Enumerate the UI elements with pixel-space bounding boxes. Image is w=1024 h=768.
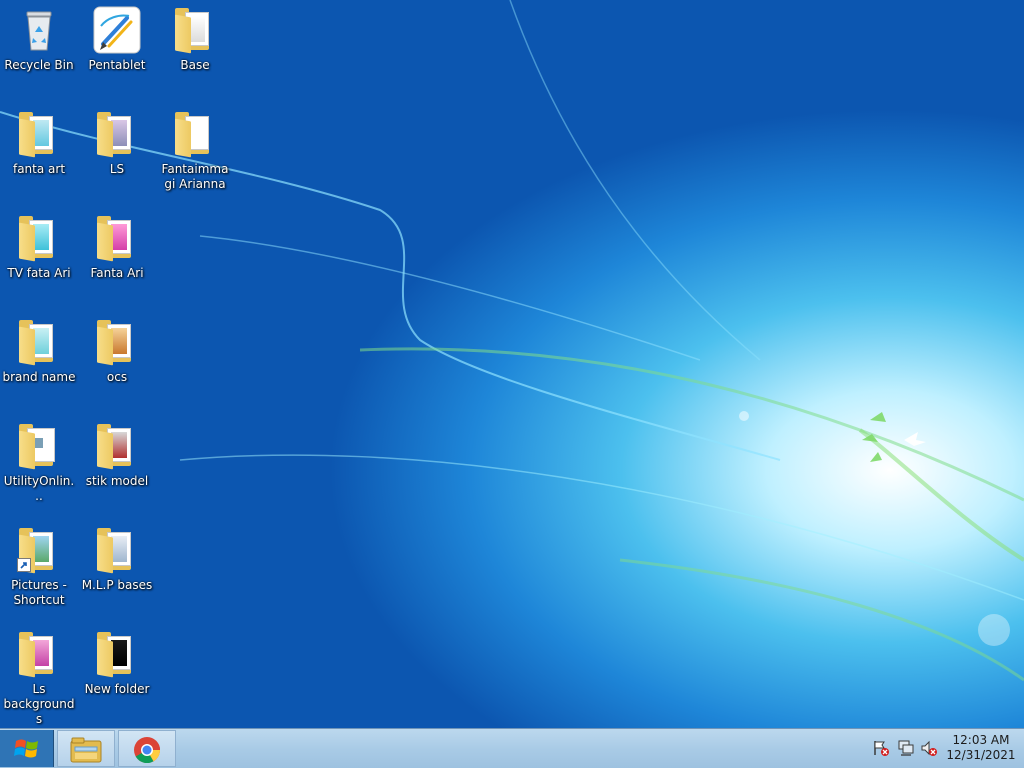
desktop-icon-label: UtilityOnlin...: [3, 474, 75, 503]
desktop-icon-label: TV fata Ari: [7, 266, 71, 280]
desktop-icon-pentablet[interactable]: Pentablet: [78, 6, 156, 73]
clock-date: 12/31/2021: [946, 748, 1016, 762]
folder-icon: [171, 6, 219, 54]
file-icon: [15, 422, 63, 470]
folder-shortcut-icon: [15, 526, 63, 574]
desktop-icon-label: stik model: [85, 474, 149, 488]
taskbar-chrome-button[interactable]: [118, 730, 176, 767]
desktop-icon-fanta-art[interactable]: fanta art: [0, 110, 78, 177]
folder-icon: [93, 318, 141, 366]
folder-icon: [15, 214, 63, 262]
chrome-icon: [133, 736, 161, 768]
windows-logo-icon: [14, 737, 40, 765]
clock-time: 12:03 AM: [952, 733, 1010, 747]
desktop-icon-recycle-bin[interactable]: Recycle Bin: [0, 6, 78, 73]
folder-icon: [93, 214, 141, 262]
desktop-icon-fanta-ari[interactable]: Fanta Ari: [78, 214, 156, 281]
file-explorer-icon: [70, 737, 102, 767]
pentablet-app-icon: [93, 6, 141, 54]
folder-icon: [15, 630, 63, 678]
desktop-icon-label: Fantaimmagi Arianna: [161, 162, 229, 191]
volume-muted-icon[interactable]: [920, 739, 938, 757]
desktop-icon-label: Recycle Bin: [4, 58, 74, 72]
desktop-icon-label: fanta art: [12, 162, 66, 176]
desktop-icon-label: ocs: [106, 370, 128, 384]
desktop-icon-mlp-bases[interactable]: M.L.P bases: [78, 526, 156, 593]
desktop-icon-pictures-shortcut[interactable]: Pictures - Shortcut: [0, 526, 78, 608]
desktop-icon-label: New folder: [84, 682, 150, 696]
desktop-icon-ls-backgrounds[interactable]: Ls backgrounds: [0, 630, 78, 727]
desktop-icon-ocs[interactable]: ocs: [78, 318, 156, 385]
desktop-icon-label: LS: [109, 162, 125, 176]
desktop-icon-label: brand name: [2, 370, 76, 384]
desktop-icon-label: Pictures - Shortcut: [11, 578, 67, 607]
folder-icon: [171, 110, 219, 158]
desktop[interactable]: Recycle Bin fanta art TV fata Ari brand …: [0, 0, 1024, 728]
recycle-bin-icon: [15, 6, 63, 54]
desktop-icon-label: M.L.P bases: [81, 578, 153, 592]
desktop-icon-label: Base: [180, 58, 210, 72]
desktop-icon-ls[interactable]: LS: [78, 110, 156, 177]
desktop-icon-base[interactable]: Base: [156, 6, 234, 73]
desktop-icon-new-folder[interactable]: New folder: [78, 630, 156, 697]
desktop-icon-label: Fanta Ari: [90, 266, 144, 280]
folder-icon: [93, 526, 141, 574]
desktop-icon-label: Pentablet: [88, 58, 146, 72]
desktop-icon-tv-fata-ari[interactable]: TV fata Ari: [0, 214, 78, 281]
folder-icon: [93, 630, 141, 678]
folder-icon: [15, 110, 63, 158]
desktop-icon-brand-name[interactable]: brand name: [0, 318, 78, 385]
action-center-flag-icon[interactable]: [872, 739, 890, 757]
taskbar-file-explorer-button[interactable]: [57, 730, 115, 767]
desktop-icon-label: Ls backgrounds: [3, 682, 75, 726]
desktop-icon-fantaimmagi-arianna[interactable]: Fantaimmagi Arianna: [156, 110, 234, 192]
network-icon[interactable]: [897, 739, 915, 757]
taskbar-clock[interactable]: 12:03 AM 12/31/2021: [944, 733, 1018, 763]
folder-icon: [15, 318, 63, 366]
desktop-icon-stik-model[interactable]: stik model: [78, 422, 156, 489]
taskbar[interactable]: 12:03 AM 12/31/2021: [0, 728, 1024, 768]
folder-icon: [93, 422, 141, 470]
shortcut-arrow-icon: [17, 558, 31, 572]
desktop-icon-utilityonline[interactable]: UtilityOnlin...: [0, 422, 78, 504]
folder-icon: [93, 110, 141, 158]
start-button[interactable]: [0, 730, 54, 767]
